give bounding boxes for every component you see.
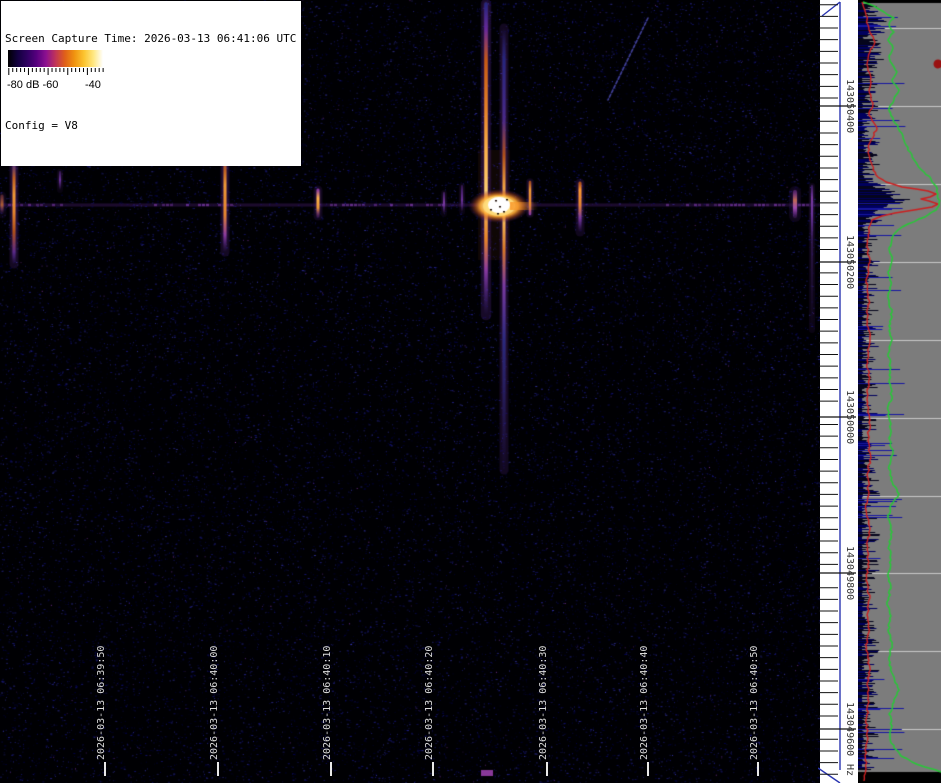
time-label: 2026-03-13 06:40:30: [538, 645, 549, 760]
frequency-unit-label: Hz: [844, 764, 855, 777]
time-tick: [330, 762, 332, 776]
frequency-label: 143050400: [844, 79, 855, 134]
colorbar-label-right: -40: [85, 79, 101, 91]
time-label: 2026-03-13 06:40:40: [639, 645, 650, 760]
time-tick: [217, 762, 219, 776]
time-tick: [546, 762, 548, 776]
time-label: 2026-03-13 06:40:10: [322, 645, 333, 760]
time-label: 2026-03-13 06:40:00: [209, 645, 220, 760]
time-label: 2026-03-13 06:39:50: [96, 645, 107, 760]
colorbar-gradient: [8, 50, 103, 67]
frequency-label: 143049600: [844, 702, 855, 757]
time-tick: [757, 762, 759, 776]
time-tick: [432, 762, 434, 776]
capture-config-text: Config = V8: [5, 119, 78, 132]
time-tick: [104, 762, 106, 776]
time-label: 2026-03-13 06:40:50: [749, 645, 760, 760]
time-tick: [647, 762, 649, 776]
colorbar-ruler: [8, 68, 104, 75]
colorbar: -80 dB -60 -40: [5, 49, 108, 98]
frequency-label: 143050200: [844, 235, 855, 290]
capture-time-text: Screen Capture Time: 2026-03-13 06:41:06…: [5, 32, 297, 45]
frequency-label: 143049800: [844, 546, 855, 601]
spectrum-panel: [858, 0, 941, 783]
time-label: 2026-03-13 06:40:20: [424, 645, 435, 760]
spectrogram-screen: Screen Capture Time: 2026-03-13 06:41:06…: [0, 0, 941, 783]
colorbar-label-left: -80 dB -60: [7, 79, 59, 91]
frequency-label: 143050000: [844, 390, 855, 445]
